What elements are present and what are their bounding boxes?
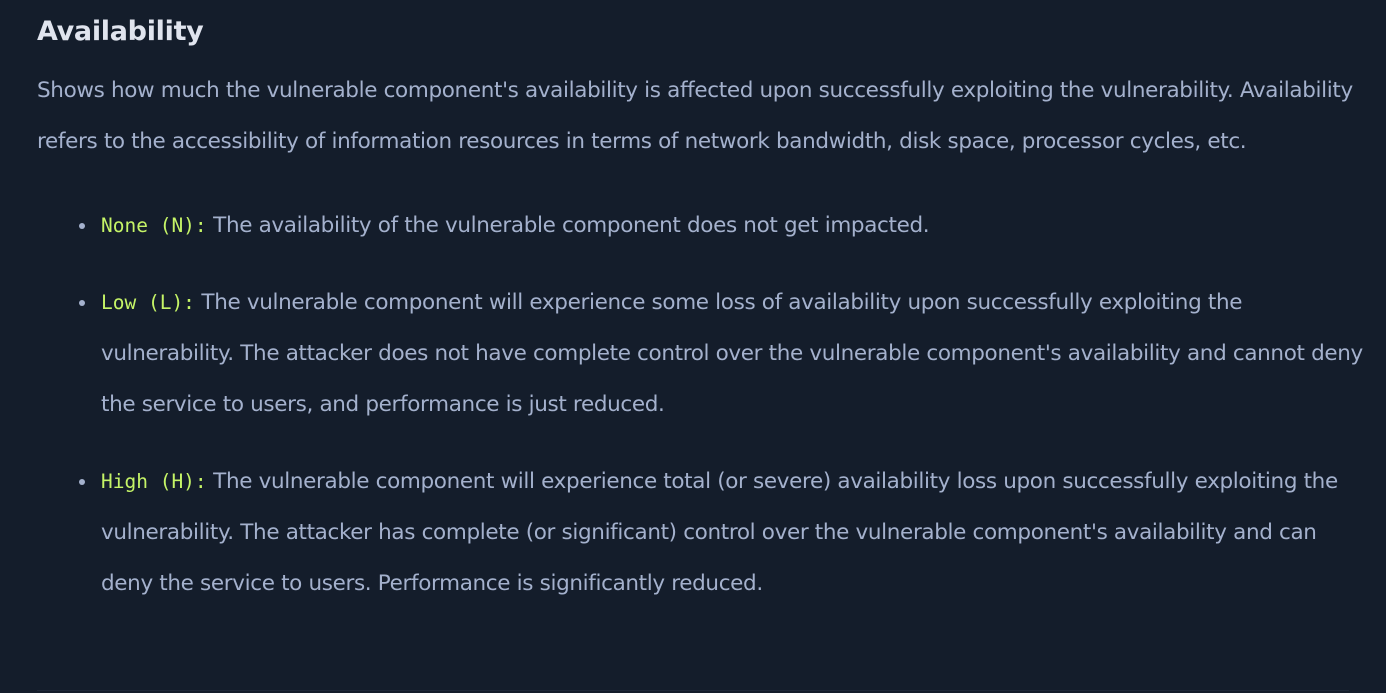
impact-code-low: Low (L):: [101, 291, 195, 314]
impact-description-low: The vulnerable component will experience…: [101, 290, 1363, 417]
bullet-icon: [79, 277, 87, 328]
impact-code-none: None (N):: [101, 214, 207, 237]
impact-description-none: The availability of the vulnerable compo…: [206, 213, 930, 238]
list-item-high: High (H): The vulnerable component will …: [37, 456, 1367, 609]
impact-code-high: High (H):: [101, 470, 207, 493]
bullet-icon: [79, 200, 87, 251]
section-intro: Shows how much the vulnerable component'…: [37, 78, 1353, 154]
availability-section: Availability Shows how much the vulnerab…: [37, 10, 1367, 635]
bullet-icon: [79, 456, 87, 507]
section-title: Availability: [37, 16, 204, 47]
impact-description-high: The vulnerable component will experience…: [101, 469, 1338, 596]
list-item-none: None (N): The availability of the vulner…: [37, 200, 1367, 251]
impact-level-list: None (N): The availability of the vulner…: [37, 200, 1367, 609]
section-divider: [37, 690, 1349, 691]
list-item-low: Low (L): The vulnerable component will e…: [37, 277, 1367, 430]
